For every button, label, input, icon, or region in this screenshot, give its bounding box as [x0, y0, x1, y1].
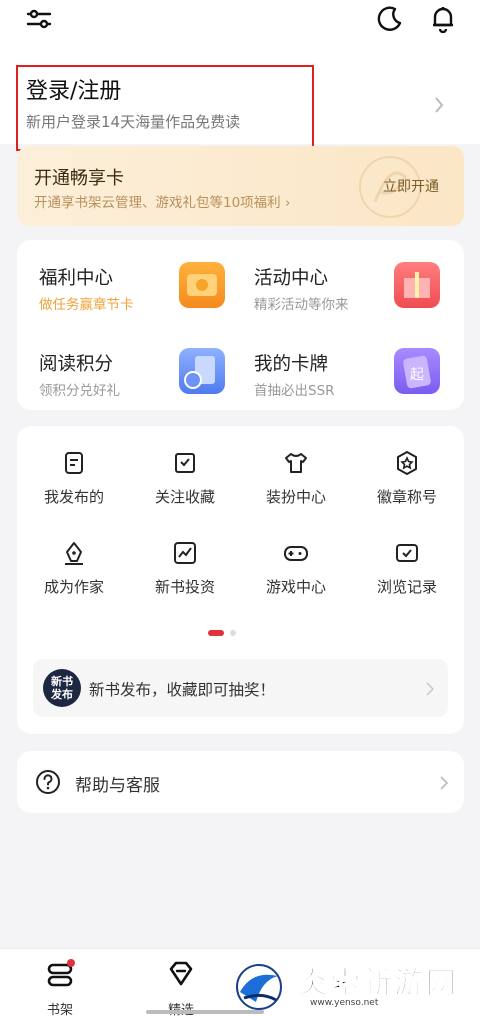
feature-card: 福利中心 做任务赢章节卡 活动中心 精彩活动等你来 阅读积分 领积分兑好礼 我的…: [17, 240, 464, 410]
login-title[interactable]: 登录/注册: [26, 75, 312, 109]
login-section[interactable]: 登录/注册 新用户登录14天海量作品免费读: [0, 44, 480, 151]
grid-item-label: 徽章称号: [376, 488, 437, 506]
vip-subtitle[interactable]: 开通享书架云管理、游戏礼包等10项福利 ›: [34, 191, 290, 211]
grid-item-label: 关注收藏: [154, 488, 215, 506]
chevron-right-icon[interactable]: [434, 96, 444, 114]
help-label: 帮助与客服: [75, 776, 160, 796]
grid-item[interactable]: 新书投资: [135, 540, 235, 610]
grid-item[interactable]: 成为作家: [24, 540, 124, 610]
help-row[interactable]: 帮助与客服: [17, 751, 464, 813]
feature-subtitle: 首抽必出SSR: [254, 383, 335, 399]
login-highlight-box[interactable]: 登录/注册 新用户登录14天海量作品免费读: [16, 65, 314, 151]
coin-wallet-icon: [179, 262, 225, 308]
feature-title: 活动中心: [254, 268, 329, 289]
grid-item[interactable]: 装扮中心: [246, 450, 346, 520]
page-dot: [230, 630, 236, 636]
question-circle-icon: [35, 769, 61, 795]
badge-star-icon: [397, 451, 417, 475]
feature-subtitle: 领积分兑好礼: [39, 383, 120, 399]
chart-up-icon: [174, 542, 196, 564]
grid-item-label: 我发布的: [43, 488, 104, 506]
bell-icon[interactable]: [428, 4, 458, 34]
watermark-text: 炎索新游网: [298, 966, 458, 1002]
book-coin-icon: [179, 348, 225, 394]
grid-item[interactable]: 我发布的: [24, 450, 124, 520]
vip-title: 开通畅享卡: [34, 168, 124, 189]
feature-welfare[interactable]: 福利中心 做任务赢章节卡: [17, 240, 232, 313]
grid-item-label: 新书投资: [154, 578, 215, 596]
grid-item[interactable]: 徽章称号: [357, 450, 457, 520]
grid-item-label: 成为作家: [43, 578, 104, 596]
moon-icon[interactable]: [374, 4, 404, 34]
card-deck-icon: 起: [394, 348, 440, 394]
new-book-badge: 新书 发布: [43, 669, 81, 707]
grid-item-label: 浏览记录: [376, 578, 437, 596]
feature-title: 阅读积分: [39, 354, 114, 375]
svg-text:起: 起: [410, 367, 424, 383]
document-icon: [65, 452, 83, 474]
watermark-logo-icon: [236, 964, 282, 1010]
bookmark-check-icon: [175, 453, 195, 473]
chevron-right-icon: [440, 775, 449, 794]
vip-card[interactable]: 开通畅享卡 开通享书架云管理、游戏礼包等10项福利 › 立即开通: [17, 146, 464, 226]
page-dot-active: [208, 630, 224, 636]
gift-box-icon: [394, 262, 440, 308]
feature-subtitle: 做任务赢章节卡: [39, 297, 134, 313]
gamepad-icon: [284, 546, 308, 561]
sliders-icon[interactable]: [24, 4, 54, 34]
diamond-icon: [169, 961, 193, 986]
grid-item[interactable]: 关注收藏: [135, 450, 235, 520]
notice-text: 新书发布，收藏即可抽奖！: [89, 681, 276, 699]
shirt-icon: [285, 453, 307, 473]
vip-open-button[interactable]: 立即开通: [383, 176, 439, 196]
feature-title: 我的卡牌: [254, 354, 329, 375]
grid-item[interactable]: 浏览记录: [357, 540, 457, 610]
top-bar: [0, 0, 480, 44]
grid-item-label: 装扮中心: [265, 488, 326, 506]
feature-points[interactable]: 阅读积分 领积分兑好礼: [17, 326, 232, 399]
bookshelf-icon: [47, 959, 75, 987]
chevron-right-icon: [426, 681, 435, 700]
tab-featured[interactable]: 精选: [136, 949, 226, 1016]
history-icon: [396, 544, 418, 562]
login-subtitle: 新用户登录14天海量作品免费读: [26, 113, 241, 131]
grid-item[interactable]: 游戏中心: [246, 540, 346, 610]
watermark-url: www.yenso.net: [310, 998, 379, 1008]
tab-bookshelf[interactable]: 书架: [15, 949, 105, 1016]
tab-label: 书架: [46, 1003, 73, 1016]
feature-title: 福利中心: [39, 268, 114, 289]
grid-item-label: 游戏中心: [265, 578, 326, 596]
notice-banner[interactable]: 新书 发布 新书发布，收藏即可抽奖！: [33, 659, 448, 717]
feature-activity[interactable]: 活动中心 精彩活动等你来: [232, 240, 447, 313]
watermark: 炎索新游网 www.yenso.net: [232, 958, 480, 1016]
feature-cards[interactable]: 我的卡牌 首抽必出SSR 起: [232, 326, 447, 399]
pen-nib-icon: [65, 542, 83, 565]
feature-subtitle: 精彩活动等你来: [254, 297, 349, 313]
